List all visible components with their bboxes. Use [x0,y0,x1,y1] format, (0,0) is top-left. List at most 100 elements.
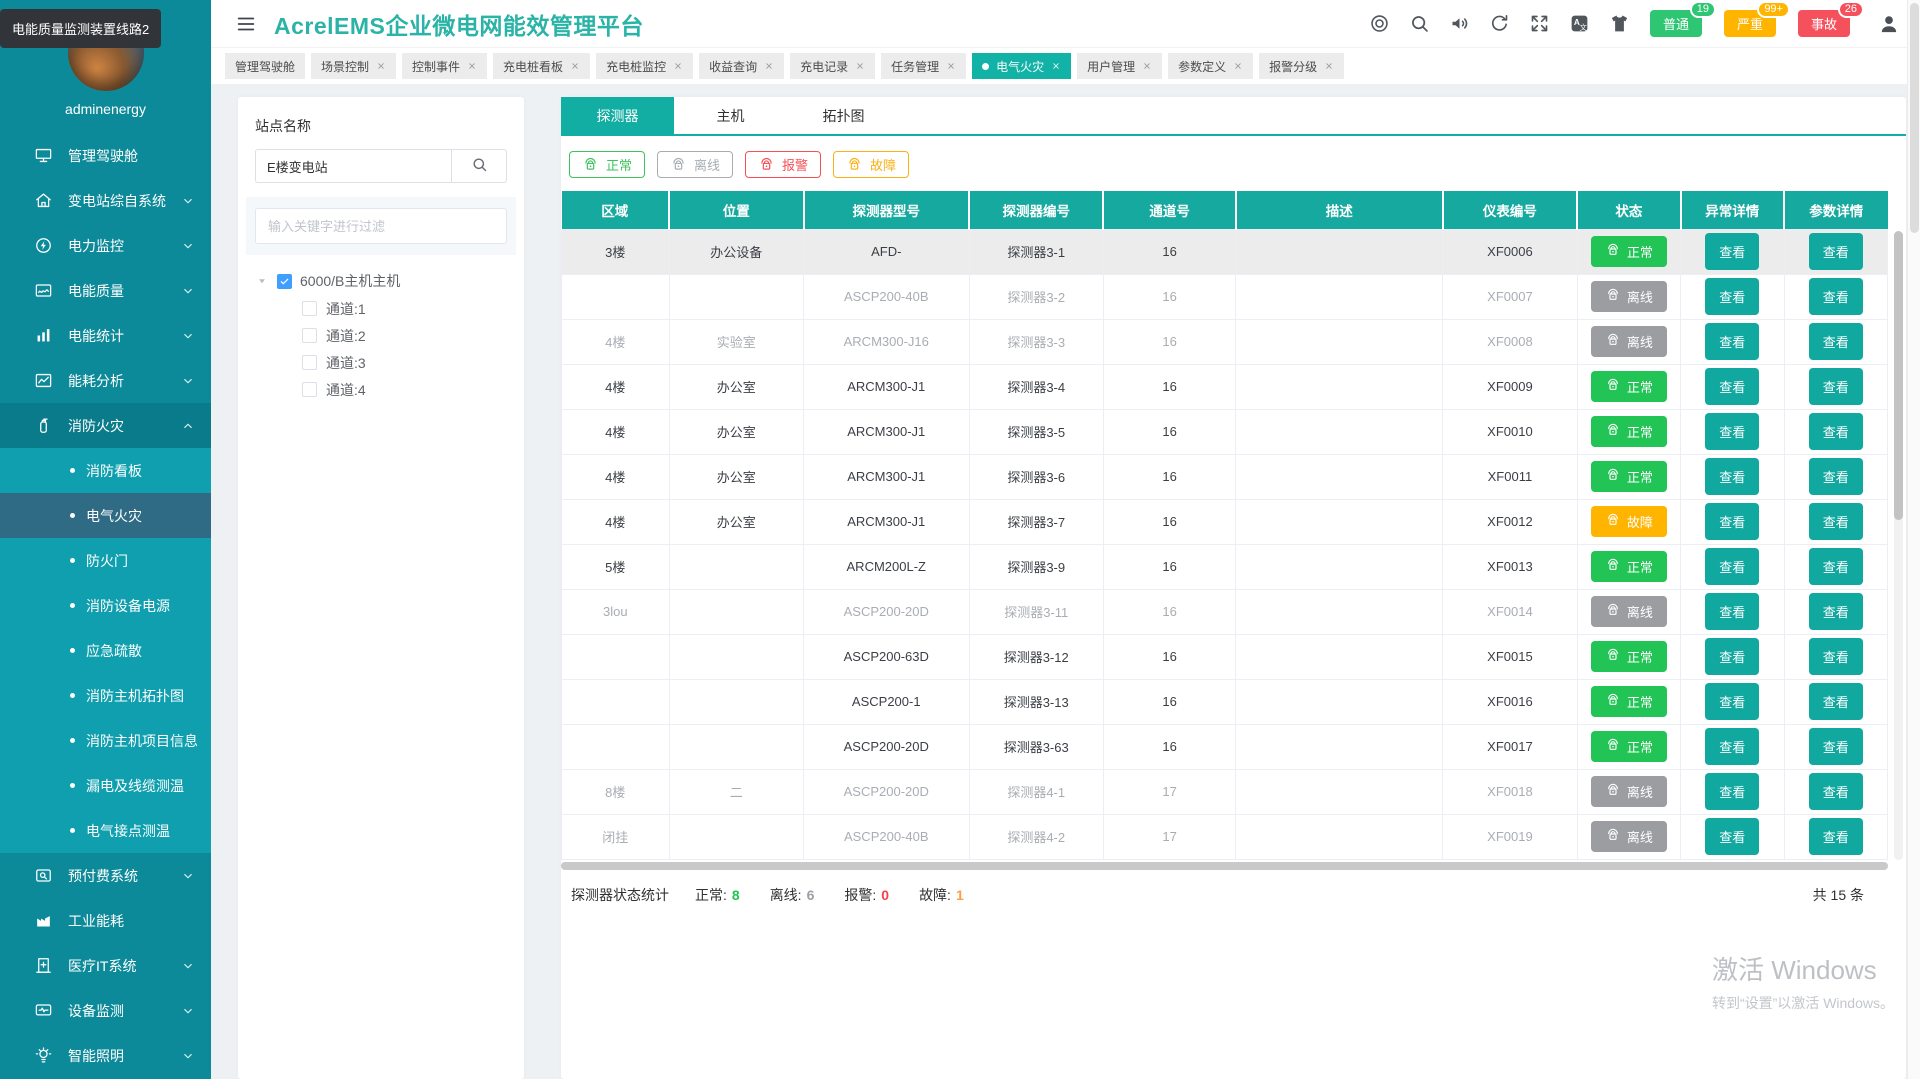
sidebar-subitem-漏电及线缆测温[interactable]: 漏电及线缆测温 [0,763,211,808]
tab-场景控制[interactable]: 场景控制 [311,53,397,79]
sidebar-item-消防火灾[interactable]: 消防火灾 [0,403,211,448]
tree-filter-input[interactable] [255,208,507,244]
view-button-abnormal-detail[interactable]: 查看 [1705,773,1760,810]
refresh-icon[interactable] [1489,13,1510,34]
alarm-button-事故[interactable]: 事故 26 [1797,1,1864,37]
tab-任务管理[interactable]: 任务管理 [881,53,967,79]
sidebar-subitem-防火门[interactable]: 防火门 [0,538,211,583]
checkbox-unchecked[interactable] [302,328,317,343]
view-button-param-detail[interactable]: 查看 [1808,683,1863,720]
tab-充电记录[interactable]: 充电记录 [790,53,876,79]
sidebar-item-变电站综自系统[interactable]: 变电站综自系统 [0,178,211,223]
sidebar-subitem-电气接点测温[interactable]: 电气接点测温 [0,808,211,853]
tab-用户管理[interactable]: 用户管理 [1077,53,1163,79]
filter-button-报警[interactable]: 报警 [745,151,822,178]
checkbox-unchecked[interactable] [302,382,317,397]
view-button-abnormal-detail[interactable]: 查看 [1705,323,1760,360]
view-button-abnormal-detail[interactable]: 查看 [1705,548,1760,585]
tree-node-通道:2[interactable]: 通道:2 [302,322,507,349]
view-button-param-detail[interactable]: 查看 [1808,413,1863,450]
tree-node-通道:3[interactable]: 通道:3 [302,349,507,376]
tab-充电桩看板[interactable]: 充电桩看板 [493,53,591,79]
search-icon[interactable] [1409,13,1430,34]
checkbox-checked[interactable] [277,273,292,289]
tab-控制事件[interactable]: 控制事件 [402,53,488,79]
view-button-abnormal-detail[interactable]: 查看 [1705,413,1760,450]
view-button-abnormal-detail[interactable]: 查看 [1705,503,1760,540]
subtab-探测器[interactable]: 探测器 [561,97,674,134]
tab-close-icon[interactable] [1051,61,1061,71]
sidebar-subitem-消防主机拓扑图[interactable]: 消防主机拓扑图 [0,673,211,718]
station-search-input[interactable] [255,149,451,183]
tab-close-icon[interactable] [1142,61,1152,71]
tab-报警分级[interactable]: 报警分级 [1259,53,1345,79]
view-button-abnormal-detail[interactable]: 查看 [1705,818,1760,855]
tab-充电桩监控[interactable]: 充电桩监控 [596,53,694,79]
view-button-abnormal-detail[interactable]: 查看 [1705,458,1760,495]
view-button-abnormal-detail[interactable]: 查看 [1705,368,1760,405]
alarm-button-普通[interactable]: 普通 19 [1649,1,1716,37]
sidebar-subitem-应急疏散[interactable]: 应急疏散 [0,628,211,673]
aim-icon[interactable] [1369,13,1390,34]
tab-close-icon[interactable] [1324,61,1334,71]
tree-node-parent[interactable]: 6000/B主机主机 [255,267,507,295]
sidebar-subitem-消防看板[interactable]: 消防看板 [0,448,211,493]
filter-button-离线[interactable]: 离线 [657,151,734,178]
checkbox-unchecked[interactable] [302,355,317,370]
tree-node-通道:4[interactable]: 通道:4 [302,376,507,403]
sidebar-subitem-消防设备电源[interactable]: 消防设备电源 [0,583,211,628]
horizontal-scrollbar[interactable] [561,861,1888,870]
theme-icon[interactable] [1609,13,1630,34]
subtab-主机[interactable]: 主机 [674,97,787,134]
filter-button-故障[interactable]: 故障 [833,151,910,178]
view-button-abnormal-detail[interactable]: 查看 [1705,683,1760,720]
filter-button-正常[interactable]: 正常 [569,151,646,178]
tab-收益查询[interactable]: 收益查询 [699,53,785,79]
view-button-abnormal-detail[interactable]: 查看 [1705,593,1760,630]
view-button-param-detail[interactable]: 查看 [1808,638,1863,675]
tab-电气火灾[interactable]: 电气火灾 [972,53,1072,79]
tab-参数定义[interactable]: 参数定义 [1168,53,1254,79]
tab-close-icon[interactable] [764,61,774,71]
tab-close-icon[interactable] [946,61,956,71]
vertical-scrollbar[interactable] [1894,231,1903,860]
view-button-param-detail[interactable]: 查看 [1808,773,1863,810]
tab-close-icon[interactable] [1233,61,1243,71]
alarm-button-严重[interactable]: 严重 99+ [1723,1,1790,37]
tab-管理驾驶舱[interactable]: 管理驾驶舱 [225,53,306,79]
sidebar-item-电力监控[interactable]: 电力监控 [0,223,211,268]
sidebar-subitem-电气火灾[interactable]: 电气火灾 [0,493,211,538]
sidebar-item-管理驾驶舱[interactable]: 管理驾驶舱 [0,133,211,178]
view-button-param-detail[interactable]: 查看 [1808,368,1863,405]
subtab-拓扑图[interactable]: 拓扑图 [787,97,900,134]
tab-close-icon[interactable] [467,61,477,71]
view-button-param-detail[interactable]: 查看 [1808,593,1863,630]
sidebar-subitem-消防主机项目信息[interactable]: 消防主机项目信息 [0,718,211,763]
sidebar-item-能耗分析[interactable]: 能耗分析 [0,358,211,403]
caret-down-icon[interactable] [255,274,269,288]
translate-icon[interactable]: A文 [1569,13,1590,34]
sidebar-item-智能照明[interactable]: 智能照明 [0,1033,211,1078]
view-button-abnormal-detail[interactable]: 查看 [1705,233,1760,270]
speaker-icon[interactable] [1449,13,1470,34]
station-search-button[interactable] [451,149,507,183]
page-scrollbar[interactable] [1907,0,1920,1079]
tab-close-icon[interactable] [673,61,683,71]
tab-close-icon[interactable] [855,61,865,71]
tree-node-通道:1[interactable]: 通道:1 [302,295,507,322]
view-button-abnormal-detail[interactable]: 查看 [1705,278,1760,315]
tab-close-icon[interactable] [570,61,580,71]
view-button-param-detail[interactable]: 查看 [1808,323,1863,360]
tab-close-icon[interactable] [376,61,386,71]
view-button-param-detail[interactable]: 查看 [1808,503,1863,540]
view-button-param-detail[interactable]: 查看 [1808,458,1863,495]
hamburger-icon[interactable] [235,13,257,35]
view-button-param-detail[interactable]: 查看 [1808,548,1863,585]
fullscreen-icon[interactable] [1529,13,1550,34]
view-button-param-detail[interactable]: 查看 [1808,728,1863,765]
sidebar-item-设备监测[interactable]: 设备监测 [0,988,211,1033]
sidebar-item-电能统计[interactable]: 电能统计 [0,313,211,358]
user-icon[interactable] [1878,13,1900,35]
view-button-param-detail[interactable]: 查看 [1808,233,1863,270]
sidebar-item-工业能耗[interactable]: 工业能耗 [0,898,211,943]
